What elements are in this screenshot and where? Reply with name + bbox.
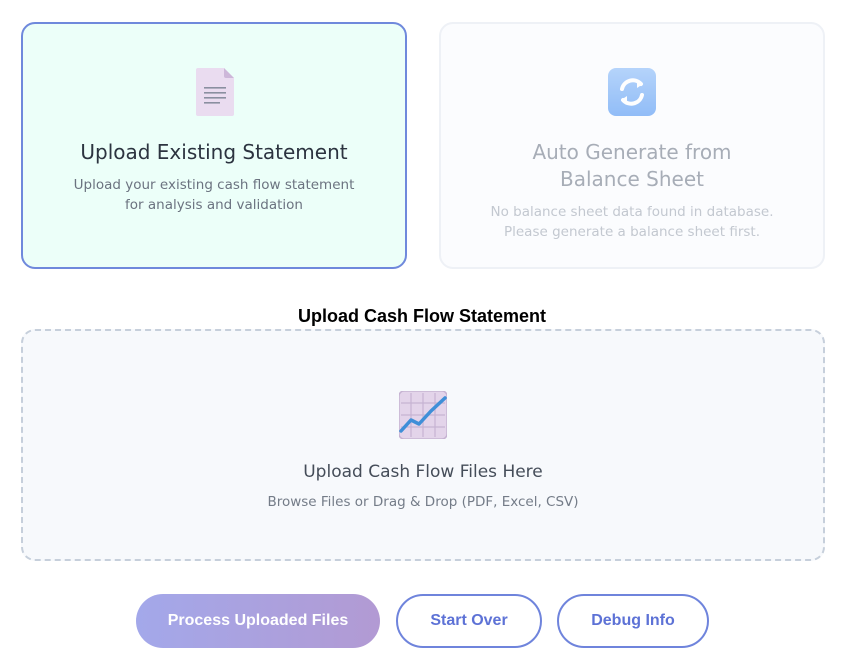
page: Upload Existing Statement Upload your ex… bbox=[0, 0, 844, 651]
document-icon bbox=[196, 68, 234, 116]
dropzone-subtitle[interactable]: Browse Files or Drag & Drop (PDF, Excel,… bbox=[23, 494, 823, 510]
dropzone-title: Upload Cash Flow Files Here bbox=[303, 462, 543, 482]
process-files-button[interactable]: Process Uploaded Files bbox=[136, 594, 380, 648]
debug-info-button[interactable]: Debug Info bbox=[557, 594, 709, 648]
option-description: Upload your existing cash flow statement… bbox=[73, 177, 355, 213]
option-description: No balance sheet data found in database.… bbox=[490, 204, 774, 240]
section-heading: Upload Cash Flow Statement bbox=[297, 306, 547, 326]
option-card-upload-existing[interactable]: Upload Existing Statement Upload your ex… bbox=[21, 22, 407, 269]
chart-increasing-icon bbox=[399, 391, 447, 439]
start-over-button[interactable]: Start Over bbox=[396, 594, 542, 648]
file-dropzone[interactable]: Upload Cash Flow Files Here Browse Files… bbox=[21, 329, 825, 561]
option-card-auto-generate: Auto Generate from Balance Sheet No bala… bbox=[439, 22, 825, 269]
sync-icon bbox=[608, 68, 656, 116]
option-title: Auto Generate from Balance Sheet bbox=[532, 140, 732, 191]
option-title: Upload Existing Statement bbox=[80, 140, 348, 164]
